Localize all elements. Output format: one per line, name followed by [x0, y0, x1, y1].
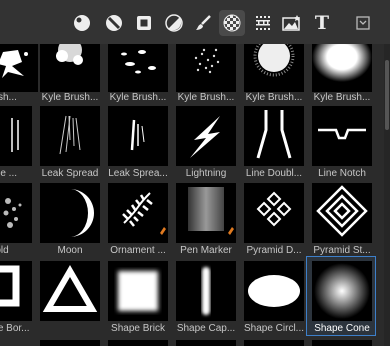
brush-label: Kyle Brush...	[245, 92, 303, 103]
brush-thumb-line-notch[interactable]	[312, 106, 372, 166]
brush-label-selected: Shape Cone	[314, 323, 370, 334]
brush-label: Line Doubl...	[245, 168, 303, 179]
brush-thumb-shape-capsule[interactable]	[176, 261, 236, 321]
brush-label: Lightning	[185, 168, 227, 179]
brush-thumb-lightning[interactable]	[176, 106, 236, 166]
brush-label: One ...	[0, 168, 17, 179]
brush-thumb[interactable]	[176, 340, 236, 346]
brush-category-toolbar: T	[0, 0, 390, 44]
image-brush-icon[interactable]	[279, 10, 305, 36]
brush-label: Kyle Brush...	[41, 92, 99, 103]
brush-thumb-kyle-5[interactable]	[312, 44, 372, 92]
brush-label: Pen Marker	[180, 245, 232, 256]
half-tone-icon[interactable]	[161, 10, 187, 36]
brush-thumb-one[interactable]	[0, 106, 32, 166]
brush-label: Shape Circl...	[243, 323, 305, 334]
brush-label-partial: rush...	[0, 92, 17, 103]
scrollbar-thumb[interactable]	[385, 60, 389, 130]
brush-thumb-kyle-3[interactable]	[176, 44, 236, 92]
text-brush-icon[interactable]: T	[309, 10, 335, 36]
airbrush-icon[interactable]	[101, 10, 127, 36]
square-brush-icon[interactable]	[131, 10, 157, 36]
brush-label: Pyramid St...	[313, 245, 371, 256]
brush-thumb[interactable]	[40, 340, 100, 346]
brush-label: Kyle Brush...	[109, 92, 167, 103]
text-brush-glyph: T	[314, 11, 330, 34]
brush-label: Shape Cap...	[176, 323, 236, 334]
brush-grid: Kyle Brush... Kyle Brush... Kyle Brush..…	[0, 44, 390, 346]
brush-thumb-pen-marker[interactable]	[176, 183, 236, 243]
brush-label: old	[0, 245, 9, 256]
brush-thumb-shape-border[interactable]	[40, 261, 100, 321]
brush-label: Leak Sprea...	[108, 168, 168, 179]
brush-thumb-line-double[interactable]	[244, 106, 304, 166]
solid-brush-icon[interactable]	[69, 10, 95, 36]
brush-thumb-shape-cone[interactable]	[312, 261, 372, 321]
brush-thumb-kyle-4[interactable]	[244, 44, 304, 92]
brush-thumb-ornament[interactable]	[108, 183, 168, 243]
brush-thumb-shape-brick[interactable]	[108, 261, 168, 321]
brush-thumb[interactable]	[244, 340, 304, 346]
brush-thumb[interactable]	[108, 340, 168, 346]
brush-thumb-pyramid-st[interactable]	[312, 183, 372, 243]
brush-thumb-moon[interactable]	[40, 183, 100, 243]
brush-label: Line Notch	[318, 168, 366, 179]
brush-label: Pyramid D...	[246, 245, 302, 256]
brush-thumb-shape-circle[interactable]	[244, 261, 304, 321]
brush-label: Kyle Brush...	[313, 92, 371, 103]
expand-icon[interactable]	[351, 10, 375, 36]
brush-thumb[interactable]	[312, 340, 372, 346]
brush-label: Ornament ...	[110, 245, 166, 256]
paintbrush-icon[interactable]	[190, 10, 216, 36]
brush-thumb-leak-spread-2[interactable]	[108, 106, 168, 166]
brush-thumb[interactable]	[0, 44, 38, 92]
brush-thumb-old[interactable]	[0, 183, 32, 243]
pattern-brush-icon[interactable]	[250, 10, 276, 36]
brush-label: Kyle Brush...	[177, 92, 235, 103]
brush-label: Shape Brick	[111, 323, 165, 334]
brush-thumb-kyle-2[interactable]	[108, 44, 168, 92]
brush-thumb-pyramid-d[interactable]	[244, 183, 304, 243]
texture-brush-icon[interactable]	[219, 10, 245, 36]
brush-label: Shape Bor...	[0, 323, 30, 334]
brush-thumb-shape-square[interactable]	[0, 261, 32, 321]
brush-label: Moon	[57, 245, 83, 256]
brush-thumb-leak-spread[interactable]	[40, 106, 100, 166]
brush-thumb-kyle-1[interactable]	[40, 44, 100, 92]
brush-label: Leak Spread	[41, 168, 99, 179]
